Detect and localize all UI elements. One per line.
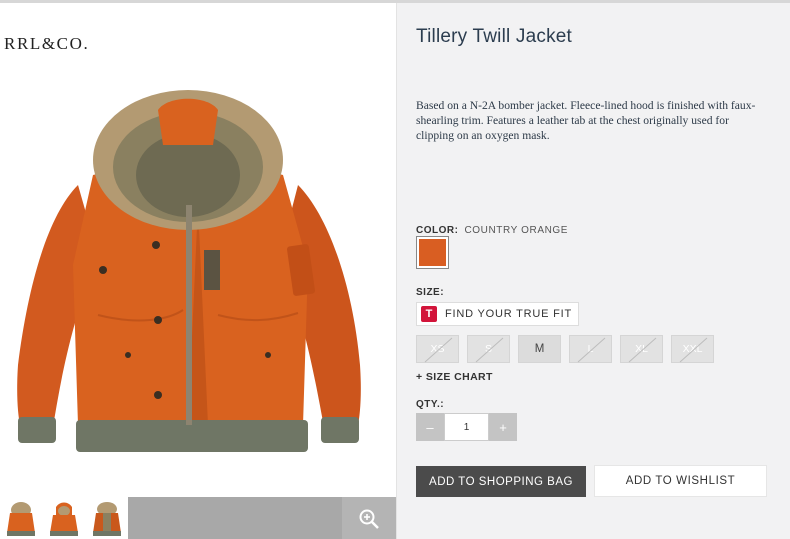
zoom-magnifier-icon bbox=[359, 509, 379, 529]
thumbnail-jacket-hood-up[interactable] bbox=[43, 497, 84, 539]
unavailable-strike-icon bbox=[628, 337, 657, 363]
size-chart-link[interactable]: + SIZE CHART bbox=[416, 371, 493, 383]
product-description: Based on a N-2A bomber jacket. Fleece-li… bbox=[416, 99, 756, 142]
orange-hooded-bomber-jacket-icon bbox=[17, 90, 361, 452]
add-to-wishlist-button[interactable]: ADD TO WISHLIST bbox=[594, 465, 767, 497]
thumbnail-jacket-back[interactable] bbox=[86, 497, 127, 539]
size-option-label: M bbox=[534, 343, 545, 355]
true-fit-logo-icon: T bbox=[421, 306, 437, 322]
quantity-label: QTY.: bbox=[416, 399, 445, 410]
jacket-front-thumbnail-icon bbox=[6, 502, 35, 536]
size-option-xxl[interactable]: XXL bbox=[671, 335, 714, 363]
color-value: COUNTRY ORANGE bbox=[464, 225, 569, 236]
size-label: SIZE: bbox=[416, 287, 445, 298]
unavailable-strike-icon bbox=[577, 337, 606, 363]
quantity-increase-button[interactable]: + bbox=[489, 413, 517, 441]
quantity-input[interactable] bbox=[444, 413, 489, 441]
size-option-xl[interactable]: XL bbox=[620, 335, 663, 363]
color-swatch-country-orange[interactable] bbox=[416, 236, 449, 269]
color-section: COLOR: COUNTRY ORANGE bbox=[416, 225, 568, 236]
product-title: Tillery Twill Jacket bbox=[416, 26, 573, 47]
true-fit-button[interactable]: T FIND YOUR TRUE FIT bbox=[416, 302, 580, 326]
zoom-button[interactable] bbox=[342, 497, 396, 539]
jacket-hood-up-thumbnail-icon bbox=[49, 502, 78, 536]
swatch-fill bbox=[419, 239, 446, 266]
size-option-xs[interactable]: XS bbox=[416, 335, 459, 363]
gallery-scrollbar[interactable] bbox=[128, 497, 342, 539]
unavailable-strike-icon bbox=[679, 337, 708, 363]
jacket-back-thumbnail-icon bbox=[92, 502, 121, 536]
quantity-decrease-button[interactable]: – bbox=[416, 413, 444, 441]
unavailable-strike-icon bbox=[475, 337, 504, 363]
thumbnail-strip bbox=[0, 497, 127, 539]
size-option-m[interactable]: M bbox=[518, 335, 561, 363]
product-details-panel: Tillery Twill Jacket Based on a N-2A bom… bbox=[396, 3, 790, 539]
quantity-stepper: – + bbox=[416, 413, 517, 441]
size-option-l[interactable]: L bbox=[569, 335, 612, 363]
true-fit-label: FIND YOUR TRUE FIT bbox=[445, 308, 573, 320]
product-image[interactable] bbox=[8, 65, 368, 465]
size-options: XS S M L XL XXL bbox=[416, 335, 714, 363]
thumbnail-jacket-front[interactable] bbox=[0, 497, 41, 539]
add-to-bag-button[interactable]: ADD TO SHOPPING BAG bbox=[416, 466, 586, 497]
unavailable-strike-icon bbox=[424, 337, 453, 363]
product-gallery: RRL&CO. bbox=[0, 3, 396, 539]
brand-logo[interactable]: RRL&CO. bbox=[4, 34, 89, 54]
color-label: COLOR: bbox=[416, 225, 459, 236]
size-option-s[interactable]: S bbox=[467, 335, 510, 363]
